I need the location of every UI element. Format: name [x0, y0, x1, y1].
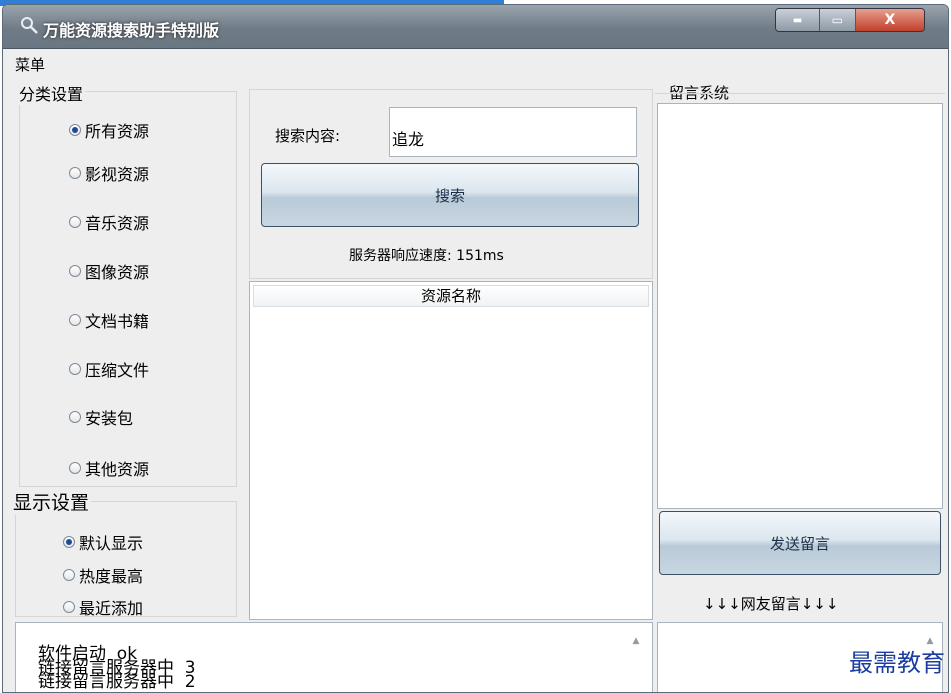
- radio-unchecked-icon: [69, 363, 81, 375]
- results-column-header[interactable]: 资源名称: [253, 285, 649, 307]
- scroll-up-icon[interactable]: ▲: [628, 633, 644, 649]
- results-list[interactable]: [249, 281, 653, 620]
- radio-default-display[interactable]: 默认显示: [63, 530, 143, 554]
- radio-music-resources[interactable]: 音乐资源: [69, 210, 149, 234]
- radio-label: 压缩文件: [85, 361, 150, 380]
- radio-checked-icon: [69, 124, 81, 136]
- watermark-text: 最需教育: [849, 649, 945, 677]
- radio-unchecked-icon: [63, 601, 75, 613]
- radio-unchecked-icon: [69, 216, 81, 228]
- minimize-icon: ▬: [792, 14, 803, 26]
- radio-unchecked-icon: [63, 569, 75, 581]
- log-line: 链接留言服务器中 2: [38, 672, 196, 692]
- radio-unchecked-icon: [69, 462, 81, 474]
- radio-unchecked-icon: [69, 411, 81, 423]
- app-window: 万能资源搜索助手特别版 ▬ ▭ X 菜单 分类设置 所有资源 影视资源 音乐资源…: [2, 4, 949, 693]
- radio-documents-books[interactable]: 文档书籍: [69, 308, 149, 332]
- category-settings-title: 分类设置: [17, 81, 86, 105]
- radio-label: 最近添加: [79, 599, 144, 618]
- search-input[interactable]: 追龙: [389, 107, 637, 157]
- radio-all-resources[interactable]: 所有资源: [69, 118, 149, 142]
- magnifier-icon: [21, 17, 38, 34]
- send-message-label: 发送留言: [769, 534, 830, 553]
- title-bar[interactable]: 万能资源搜索助手特别版 ▬ ▭ X: [3, 5, 948, 49]
- send-message-button[interactable]: 发送留言: [659, 511, 941, 575]
- radio-label: 图像资源: [85, 263, 150, 282]
- radio-unchecked-icon: [69, 265, 81, 277]
- search-button-label: 搜索: [434, 186, 465, 205]
- radio-video-resources[interactable]: 影视资源: [69, 161, 149, 185]
- radio-label: 其他资源: [85, 460, 150, 479]
- search-label: 搜索内容:: [275, 127, 341, 145]
- maximize-icon: ▭: [831, 13, 844, 27]
- message-display-area[interactable]: [657, 103, 943, 509]
- radio-label: 文档书籍: [85, 312, 150, 331]
- radio-label: 所有资源: [85, 122, 150, 141]
- radio-label: 安装包: [85, 409, 134, 428]
- radio-unchecked-icon: [69, 167, 81, 179]
- message-system-group: [655, 93, 945, 95]
- window-title: 万能资源搜索助手特别版: [43, 21, 220, 40]
- radio-compressed-files[interactable]: 压缩文件: [69, 357, 149, 381]
- radio-unchecked-icon: [69, 314, 81, 326]
- display-settings-title: 显示设置: [11, 488, 92, 515]
- radio-installers[interactable]: 安装包: [69, 405, 133, 429]
- menu-item[interactable]: 菜单: [15, 54, 45, 75]
- radio-image-resources[interactable]: 图像资源: [69, 259, 149, 283]
- radio-label: 影视资源: [85, 165, 150, 184]
- radio-checked-icon: [63, 536, 75, 548]
- radio-label: 音乐资源: [85, 214, 150, 233]
- minimize-button[interactable]: ▬: [776, 9, 820, 31]
- netizen-messages-label: ↓↓↓网友留言↓↓↓: [703, 595, 839, 613]
- log-panel: 软件启动 ok 链接留言服务器中 3 链接留言服务器中 2 ▲: [15, 622, 653, 692]
- radio-recently-added[interactable]: 最近添加: [63, 595, 143, 619]
- server-response-status: 服务器响应速度: 151ms: [349, 248, 504, 264]
- radio-most-popular[interactable]: 热度最高: [63, 563, 143, 587]
- maximize-button[interactable]: ▭: [819, 9, 856, 31]
- close-button[interactable]: X: [855, 9, 924, 31]
- window-controls: ▬ ▭ X: [775, 8, 925, 32]
- close-icon: X: [884, 12, 896, 28]
- radio-label: 默认显示: [79, 534, 144, 553]
- search-button[interactable]: 搜索: [261, 163, 639, 227]
- radio-other-resources[interactable]: 其他资源: [69, 456, 149, 480]
- radio-label: 热度最高: [79, 567, 144, 586]
